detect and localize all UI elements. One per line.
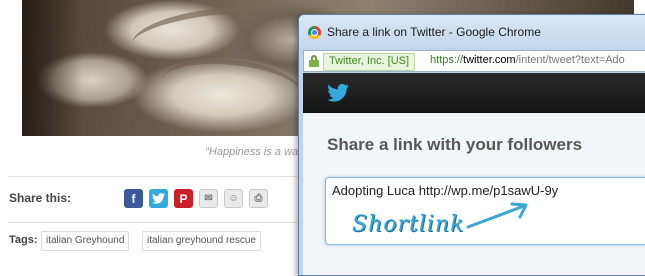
address-bar[interactable]: Twitter, Inc. [US] https://twitter.com/i… — [303, 50, 645, 72]
url-text[interactable]: https://twitter.com/intent/tweet?text=Ad… — [430, 54, 625, 66]
twitter-icon[interactable] — [149, 189, 168, 208]
tweet-text: Adopting Luca http://wp.me/p1sawU-9y — [332, 183, 559, 198]
email-icon[interactable]: ✉ — [199, 189, 218, 208]
photo-detail — [159, 52, 305, 123]
url-path: /intent/tweet?text=Ado — [515, 54, 625, 66]
share-buttons: f P ✉ ☺ ⎙ — [124, 189, 268, 208]
twitter-share-body: Share a link with your followers Adoptin… — [303, 113, 645, 275]
reddit-icon[interactable]: ☺ — [224, 189, 243, 208]
photo-detail — [129, 0, 285, 67]
ev-certificate-badge[interactable]: Twitter, Inc. [US] — [323, 53, 416, 71]
divider — [8, 222, 298, 223]
tag-link[interactable]: italian Greyhound — [41, 231, 130, 251]
share-popup-window: Share a link on Twitter - Google Chrome … — [298, 14, 645, 276]
window-titlebar[interactable]: Share a link on Twitter - Google Chrome — [299, 15, 645, 49]
shortlink-annotation: Shortlink — [352, 212, 465, 237]
twitter-bird-icon[interactable] — [327, 84, 349, 102]
facebook-icon[interactable]: f — [124, 189, 143, 208]
photo-shadow — [22, 0, 82, 136]
divider — [8, 176, 298, 177]
window-title: Share a link on Twitter - Google Chrome — [327, 25, 541, 39]
bird-glyph — [152, 193, 165, 204]
tags-label: Tags: — [9, 234, 38, 246]
url-host: twitter.com — [463, 54, 516, 66]
tag-link[interactable]: italian greyhound rescue — [142, 231, 261, 251]
chrome-icon — [308, 26, 321, 39]
twitter-header — [303, 73, 645, 113]
lock-icon — [309, 55, 319, 67]
share-heading: Share a link with your followers — [327, 135, 583, 154]
tweet-textarea[interactable]: Adopting Luca http://wp.me/p1sawU-9y Sho… — [325, 177, 645, 245]
photo-caption: "Happiness is a wa — [205, 146, 299, 158]
arrow-icon — [466, 202, 528, 229]
pinterest-icon[interactable]: P — [174, 189, 193, 208]
url-scheme: https:// — [430, 54, 464, 66]
print-icon[interactable]: ⎙ — [249, 189, 268, 208]
share-label: Share this: — [9, 191, 72, 205]
